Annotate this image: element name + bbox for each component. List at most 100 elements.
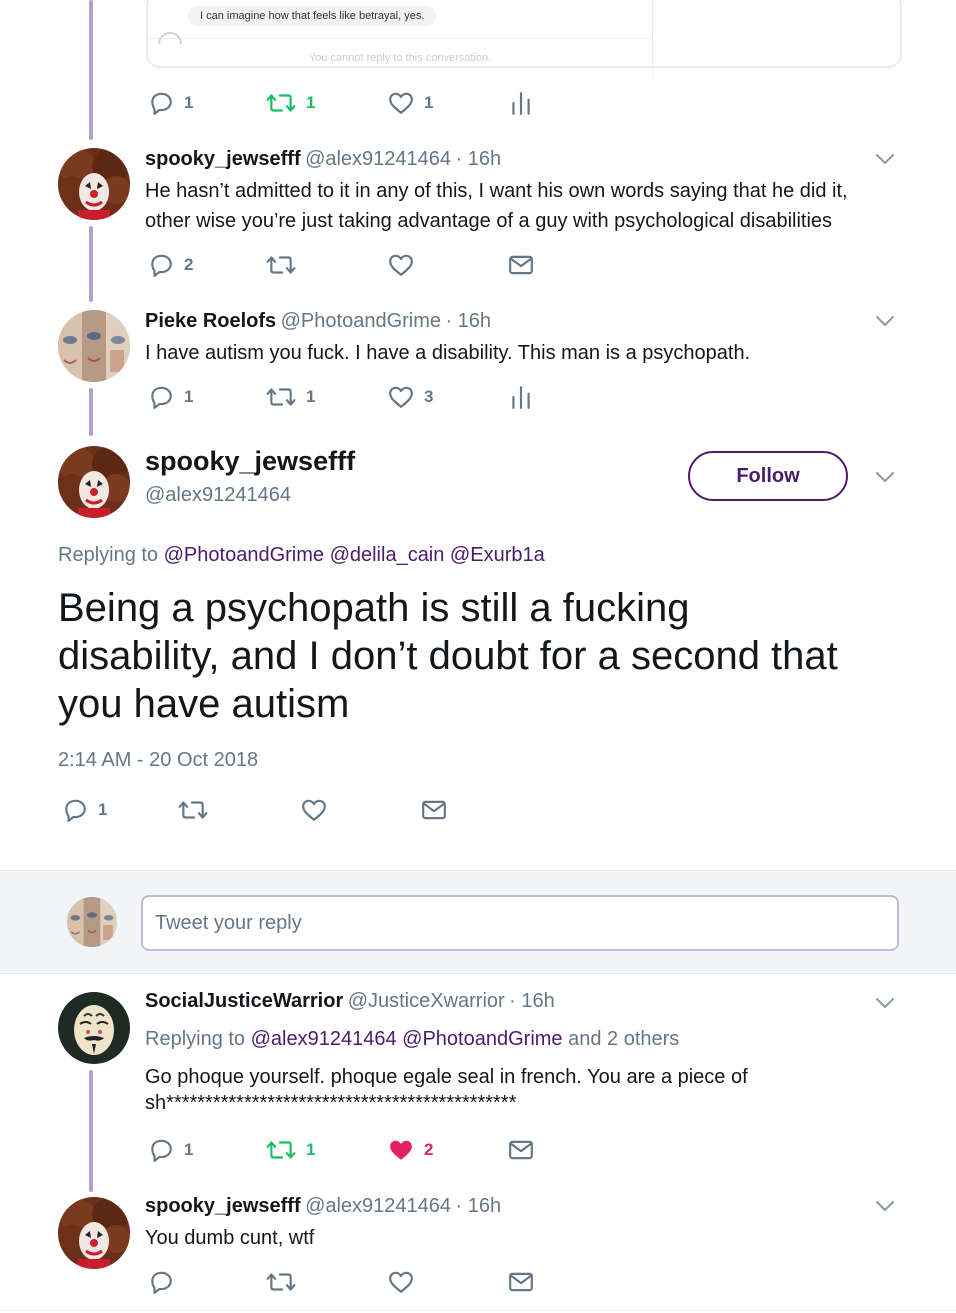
main-display-name[interactable]: spooky_jewsefff [145,446,355,477]
handle[interactable]: @PhotoandGrime [281,310,441,332]
reply-count: 2 [184,255,194,274]
avatar[interactable] [58,310,130,382]
tweet-text: He hasn’t admitted to it in any of this,… [145,176,848,236]
reply-icon [148,252,174,278]
dm-action[interactable] [508,1269,534,1295]
dm-action[interactable] [508,1137,534,1163]
reply-icon [148,384,174,410]
like-count: 3 [424,387,434,406]
like-action[interactable]: 3 [388,384,433,410]
like-action[interactable] [301,797,327,823]
handle[interactable]: @alex91241464 [305,148,451,170]
chevron-down-icon[interactable] [875,314,895,328]
follow-button[interactable]: Follow [688,451,848,501]
reply-action[interactable]: 1 [62,797,107,823]
retweet-action[interactable]: 1 [266,384,315,410]
handle[interactable]: @JusticeXwarrior [348,990,505,1012]
reply-icon [148,1137,174,1163]
retweet-icon [178,797,208,823]
retweet-action[interactable] [266,252,296,278]
heart-icon [301,797,327,823]
retweet-icon [266,1137,296,1163]
dm-action[interactable] [421,797,447,823]
thread-line [89,0,93,140]
analytics-action[interactable] [508,384,534,410]
retweet-count: 1 [306,93,316,112]
display-name[interactable]: spooky_jewsefff [145,1195,301,1217]
dm-avatar-partial [158,32,182,44]
replying-mentions[interactable]: @alex91241464 @PhotoandGrime [251,1028,563,1050]
like-action[interactable] [388,1269,414,1295]
dm-bubble: I can imagine how that feels like betray… [188,6,437,26]
analytics-action[interactable] [508,90,534,116]
quoted-tweet-card[interactable]: I can imagine how that feels like betray… [146,0,902,78]
heart-filled-icon [388,1137,414,1163]
dm-footer: You cannot reply to this conversation. [308,52,492,64]
display-name[interactable]: SocialJusticeWarrior [145,990,343,1012]
heart-icon [388,1269,414,1295]
retweet-icon [266,252,296,278]
thread-line [89,226,93,302]
retweet-action[interactable] [178,797,208,823]
stats-icon [508,384,534,410]
mail-icon [508,1137,534,1163]
chevron-down-icon[interactable] [875,996,895,1010]
dm-action[interactable] [508,252,534,278]
avatar[interactable] [58,446,130,518]
like-action[interactable]: 1 [388,90,433,116]
chevron-down-icon[interactable] [875,152,895,166]
stats-icon [508,90,534,116]
like-action[interactable]: 2 [388,1137,433,1163]
timestamp[interactable]: · 16h [509,990,555,1012]
chevron-down-icon[interactable] [875,470,895,484]
display-name[interactable]: spooky_jewsefff [145,148,301,170]
retweet-action[interactable]: 1 [266,1137,315,1163]
replying-to: Replying to @PhotoandGrime @delila_cain … [58,544,545,567]
main-tweet-line: disability, and I don’t doubt for a seco… [58,634,838,678]
tweet-text-line: Go phoque yourself. phoque egale seal in… [145,1066,748,1088]
main-timestamp[interactable]: 2:14 AM - 20 Oct 2018 [58,749,258,772]
mail-icon [421,797,447,823]
handle[interactable]: @alex91241464 [305,1195,451,1217]
dm-divider-vertical [652,0,653,78]
timestamp[interactable]: · 16h [445,310,491,332]
reply-action[interactable]: 1 [148,384,193,410]
retweet-count: 1 [306,387,316,406]
retweet-action[interactable]: 1 [266,90,315,116]
tweet-text: You dumb cunt, wtf [145,1223,314,1253]
like-count: 2 [424,1140,434,1159]
tweet-text-line: other wise you’re just taking advantage … [145,210,833,232]
reply-icon [62,797,88,823]
main-tweet-text: Being a psychopath is still a fucking di… [58,584,838,728]
reply-action[interactable]: 1 [148,1137,193,1163]
avatar [67,897,117,947]
main-tweet-line: Being a psychopath is still a fucking [58,586,690,630]
retweet-icon [266,1269,296,1295]
chevron-down-icon[interactable] [875,1199,895,1213]
retweet-icon [266,90,296,116]
replying-others[interactable]: and 2 others [568,1028,679,1050]
avatar[interactable] [58,148,130,220]
replying-prefix: Replying to [145,1028,246,1050]
display-name[interactable]: Pieke Roelofs [145,310,276,332]
timestamp[interactable]: · 16h [456,1195,502,1217]
avatar[interactable] [58,1197,130,1269]
timestamp[interactable]: · 16h [456,148,502,170]
reply-action[interactable]: 1 [148,90,193,116]
retweet-action[interactable] [266,1269,296,1295]
tweet-header: SocialJusticeWarrior @JusticeXwarrior · … [145,990,555,1013]
main-handle[interactable]: @alex91241464 [145,484,291,507]
tweet-header: Pieke Roelofs @PhotoandGrime · 16h [145,310,491,333]
reply-input[interactable]: Tweet your reply [141,895,899,951]
replying-mentions[interactable]: @PhotoandGrime @delila_cain @Exurb1a [164,544,545,566]
reply-action[interactable] [148,1269,174,1295]
like-action[interactable] [388,252,414,278]
retweet-icon [266,384,296,410]
heart-icon [388,252,414,278]
reply-count: 1 [98,800,108,819]
divider [0,1310,956,1311]
reply-action[interactable]: 2 [148,252,193,278]
avatar[interactable] [58,992,130,1064]
heart-icon [388,384,414,410]
replying-prefix: Replying to [58,544,159,566]
